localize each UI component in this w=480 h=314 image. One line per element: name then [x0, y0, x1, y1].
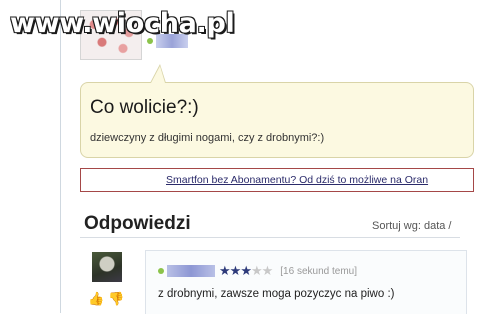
bubble-tail-fill — [151, 66, 165, 83]
answer-meta: ★★★★★ [16 sekund temu] — [158, 263, 357, 279]
star-full-icon: ★ — [219, 263, 231, 278]
question-bubble — [80, 82, 474, 158]
star-empty-icon: ★ — [261, 263, 274, 278]
thumb-up-icon[interactable]: 👍 — [88, 292, 104, 306]
question-body: dziewczyny z długimi nogami, czy z drobn… — [90, 132, 325, 144]
rating-stars: ★★★★★ — [219, 263, 274, 278]
ad-link[interactable]: Smartfon bez Abonamentu? Od dziś to możl… — [166, 174, 428, 186]
left-margin — [0, 0, 50, 313]
sort-control[interactable]: Sortuj wg: data / — [372, 220, 452, 232]
star-full-icon: ★ — [229, 263, 242, 278]
answer-text: z drobnymi, zawsze moga pozyczyc na piwo… — [158, 288, 395, 300]
thumb-down-icon[interactable]: 👎 — [108, 292, 124, 306]
watermark: www.wiocha.pl — [10, 8, 235, 39]
question-title: Co wolicie?:) — [90, 97, 199, 118]
answer-card — [145, 250, 467, 314]
answerer-avatar[interactable] — [92, 252, 122, 282]
section-divider — [80, 237, 460, 238]
online-status-icon — [158, 268, 164, 274]
answer-timestamp: [16 sekund temu] — [280, 265, 357, 277]
star-empty-icon: ★ — [250, 263, 263, 278]
answerer-name-blurred[interactable] — [167, 265, 215, 277]
star-half-icon: ★ — [240, 263, 252, 278]
answers-heading: Odpowiedzi — [84, 213, 191, 234]
